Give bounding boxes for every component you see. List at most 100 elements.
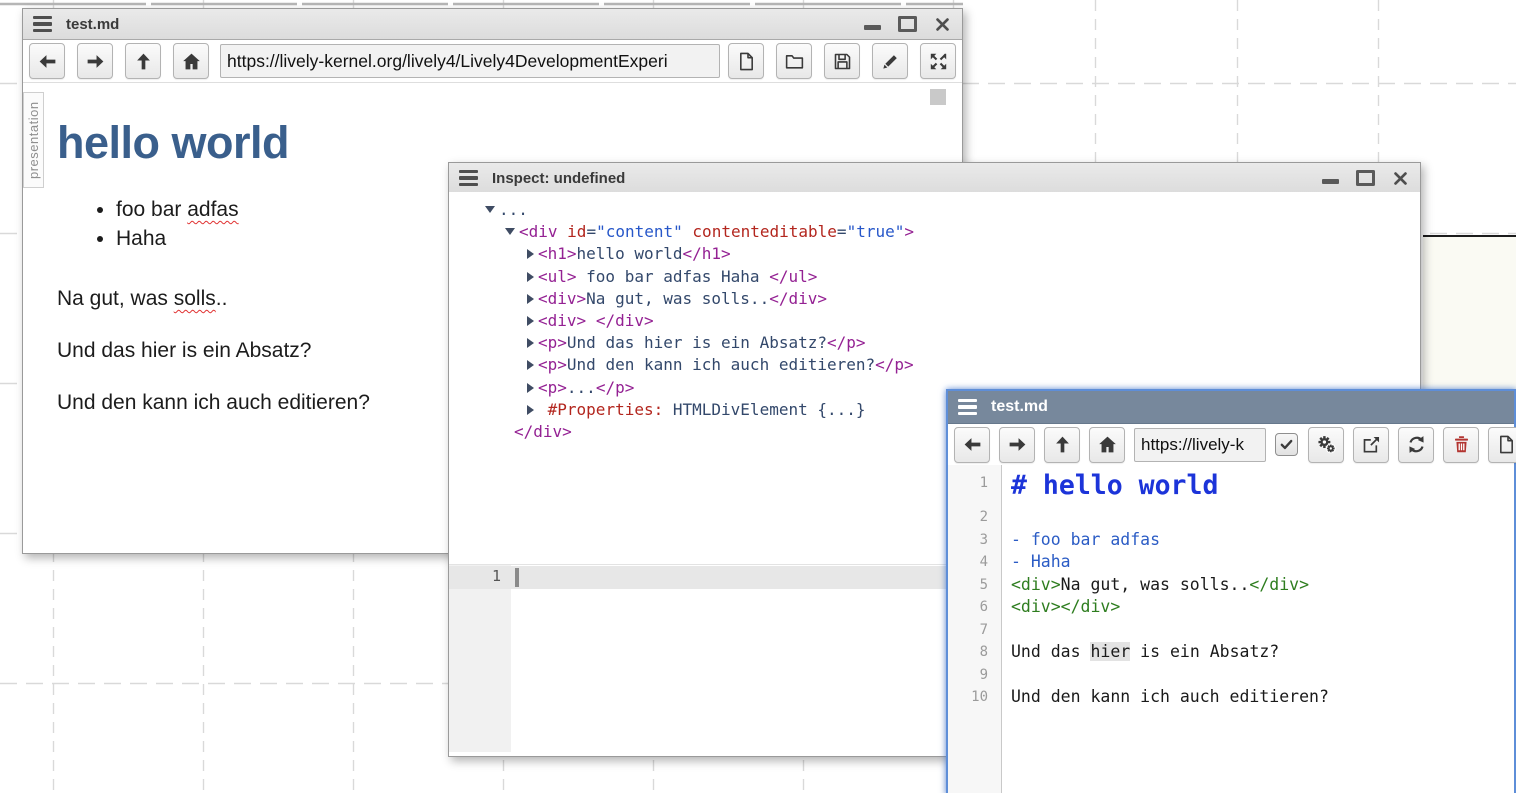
delete-icon (1451, 434, 1472, 455)
token-tag: </div> (769, 289, 827, 308)
dom-tree-node[interactable]: ... (449, 199, 1420, 221)
expand-triangle-icon[interactable] (527, 383, 534, 393)
code-line[interactable]: 3 - foo bar adfas (948, 529, 1514, 552)
edit-button[interactable] (872, 43, 908, 79)
home-button[interactable] (1089, 427, 1125, 463)
token-pln: is ein Absatz? (1130, 642, 1279, 661)
window-menu-icon[interactable] (33, 16, 52, 32)
line-number: 4 (948, 551, 995, 574)
open-external-button[interactable] (1353, 427, 1389, 463)
token-txt: ... (499, 200, 528, 219)
url-input[interactable] (1134, 428, 1266, 462)
code-line[interactable]: 9 (948, 664, 1514, 687)
window-menu-icon[interactable] (459, 170, 478, 186)
url-input[interactable] (220, 44, 720, 78)
text-segment: Und den kann ich auch editieren? (57, 391, 370, 414)
expand-triangle-icon[interactable] (527, 338, 534, 348)
code-line[interactable]: 1# hello world (948, 465, 1514, 506)
dom-tree-node[interactable]: <div>Na gut, was solls..</div> (449, 288, 1420, 310)
expand-triangle-icon[interactable] (527, 249, 534, 259)
fullscreen-button[interactable] (920, 43, 956, 79)
collapse-triangle-icon[interactable] (485, 206, 495, 213)
code-text: Und den kann ich auch editieren? (995, 686, 1329, 709)
dom-tree-node[interactable]: <div id="content" contenteditable="true"… (449, 221, 1420, 243)
code-line[interactable]: 2 (948, 506, 1514, 529)
source-code-editor[interactable]: 1# hello world23 - foo bar adfas 4 - Haha 5<… (948, 465, 1514, 793)
maximize-button[interactable] (897, 14, 917, 34)
text-segment: Und das hier is ein Absatz? (57, 339, 311, 362)
browser-toolbar (23, 40, 962, 83)
dom-tree-node[interactable]: <ul> foo bar adfas Haha </ul> (449, 266, 1420, 288)
back-icon (37, 51, 58, 72)
dom-tree-node[interactable]: <h1>hello world</h1> (449, 243, 1420, 265)
browser-toolbar (948, 424, 1514, 466)
code-text: Und das hier is ein Absatz? (995, 641, 1279, 664)
line-number: 8 (948, 641, 995, 664)
expand-triangle-icon[interactable] (527, 294, 534, 304)
token-tag: </p> (875, 355, 914, 374)
forward-button[interactable] (77, 43, 113, 79)
dom-tree-node[interactable]: <div> </div> (449, 310, 1420, 332)
code-line[interactable]: 8Und das hier is ein Absatz? (948, 641, 1514, 664)
minimize-button[interactable] (862, 14, 882, 34)
code-line[interactable]: 7 (948, 619, 1514, 642)
maximize-button[interactable] (1355, 168, 1375, 188)
up-button[interactable] (1044, 427, 1080, 463)
back-button[interactable] (954, 427, 990, 463)
minimize-button[interactable] (1320, 168, 1340, 188)
code-line[interactable]: 6<div></div> (948, 596, 1514, 619)
token-tag: <div (519, 222, 567, 241)
line-number: 1 (449, 567, 501, 585)
token-tag: <h1> (538, 244, 577, 263)
window-title: test.md (991, 398, 1048, 416)
up-icon (1052, 434, 1073, 455)
dom-tree-node[interactable]: <p>Und den kann ich auch editieren?</p> (449, 354, 1420, 376)
titlebar[interactable]: test.md (948, 391, 1514, 424)
forward-button[interactable] (999, 427, 1035, 463)
open-folder-button[interactable] (776, 43, 812, 79)
edit-icon (880, 51, 901, 72)
close-button[interactable] (932, 14, 952, 34)
token-mdl: - Haha (1011, 552, 1071, 571)
expand-triangle-icon[interactable] (527, 360, 534, 370)
lively-desktop: test.md presentation hello world foo bar… (0, 0, 1516, 793)
token-mdl: - foo bar adfas (1011, 530, 1160, 549)
token-tag: <p> (538, 355, 567, 374)
save-button[interactable] (824, 43, 860, 79)
scrollbar-thumb[interactable] (930, 89, 946, 105)
expand-triangle-icon[interactable] (527, 272, 534, 282)
back-button[interactable] (29, 43, 65, 79)
code-line[interactable]: 5<div>Na gut, was solls..</div> (948, 574, 1514, 597)
code-line[interactable]: 10Und den kann ich auch editieren? (948, 686, 1514, 709)
line-number: 3 (948, 529, 995, 552)
collapse-triangle-icon[interactable] (505, 228, 515, 235)
back-icon (962, 434, 983, 455)
token-tag: <ul> (538, 267, 577, 286)
token-txt (538, 400, 548, 419)
reload-button[interactable] (1398, 427, 1434, 463)
token-tag: > (904, 222, 914, 241)
new-file-button[interactable] (1488, 427, 1516, 463)
expand-triangle-icon[interactable] (527, 405, 534, 415)
new-file-button[interactable] (728, 43, 764, 79)
window-title: test.md (66, 16, 119, 33)
token-tag: <div> (538, 311, 586, 330)
expand-triangle-icon[interactable] (527, 316, 534, 326)
code-line[interactable]: 4 - Haha (948, 551, 1514, 574)
misspelled-word: solls (174, 287, 216, 310)
window-menu-icon[interactable] (958, 399, 977, 415)
dom-tree-node[interactable]: <p>Und das hier is ein Absatz?</p> (449, 332, 1420, 354)
close-button[interactable] (1390, 168, 1410, 188)
settings-button[interactable] (1308, 427, 1344, 463)
up-icon (133, 51, 154, 72)
home-icon (1097, 434, 1118, 455)
auto-update-checkbox[interactable] (1275, 433, 1298, 456)
home-button[interactable] (173, 43, 209, 79)
token-tag: </div> (514, 422, 572, 441)
new-file-icon (736, 51, 757, 72)
titlebar[interactable]: test.md (23, 9, 962, 40)
up-button[interactable] (125, 43, 161, 79)
titlebar[interactable]: Inspect: undefined (449, 163, 1420, 194)
presentation-tab[interactable]: presentation (23, 92, 44, 188)
delete-button[interactable] (1443, 427, 1479, 463)
